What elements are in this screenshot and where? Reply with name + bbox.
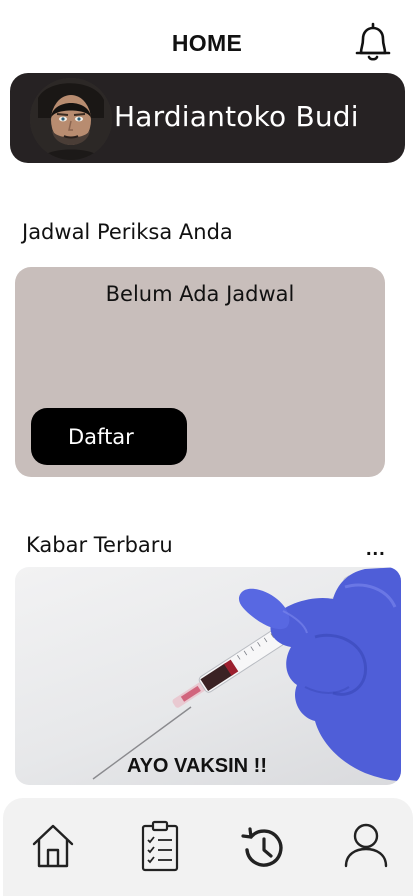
bell-icon[interactable] bbox=[352, 20, 394, 64]
profile-card[interactable]: Hardiantoko Budi bbox=[10, 73, 405, 163]
home-icon[interactable] bbox=[29, 820, 77, 872]
vaccine-illustration bbox=[92, 567, 401, 781]
bottom-navigation bbox=[3, 798, 413, 896]
user-icon[interactable] bbox=[342, 820, 390, 872]
news-caption: AYO VAKSIN !! bbox=[126, 755, 268, 777]
more-icon[interactable]: ... bbox=[366, 538, 386, 561]
schedule-card: Belum Ada Jadwal Daftar bbox=[15, 267, 385, 477]
history-icon[interactable] bbox=[237, 820, 285, 872]
clipboard-checklist-icon[interactable] bbox=[136, 820, 184, 872]
register-button[interactable]: Daftar bbox=[31, 408, 187, 465]
news-banner[interactable] bbox=[15, 567, 401, 785]
schedule-empty-text: Belum Ada Jadwal bbox=[105, 282, 295, 306]
avatar bbox=[30, 78, 112, 160]
profile-name: Hardiantoko Budi bbox=[114, 100, 359, 133]
news-section-title: Kabar Terbaru bbox=[26, 533, 173, 557]
schedule-section-title: Jadwal Periksa Anda bbox=[22, 220, 233, 244]
